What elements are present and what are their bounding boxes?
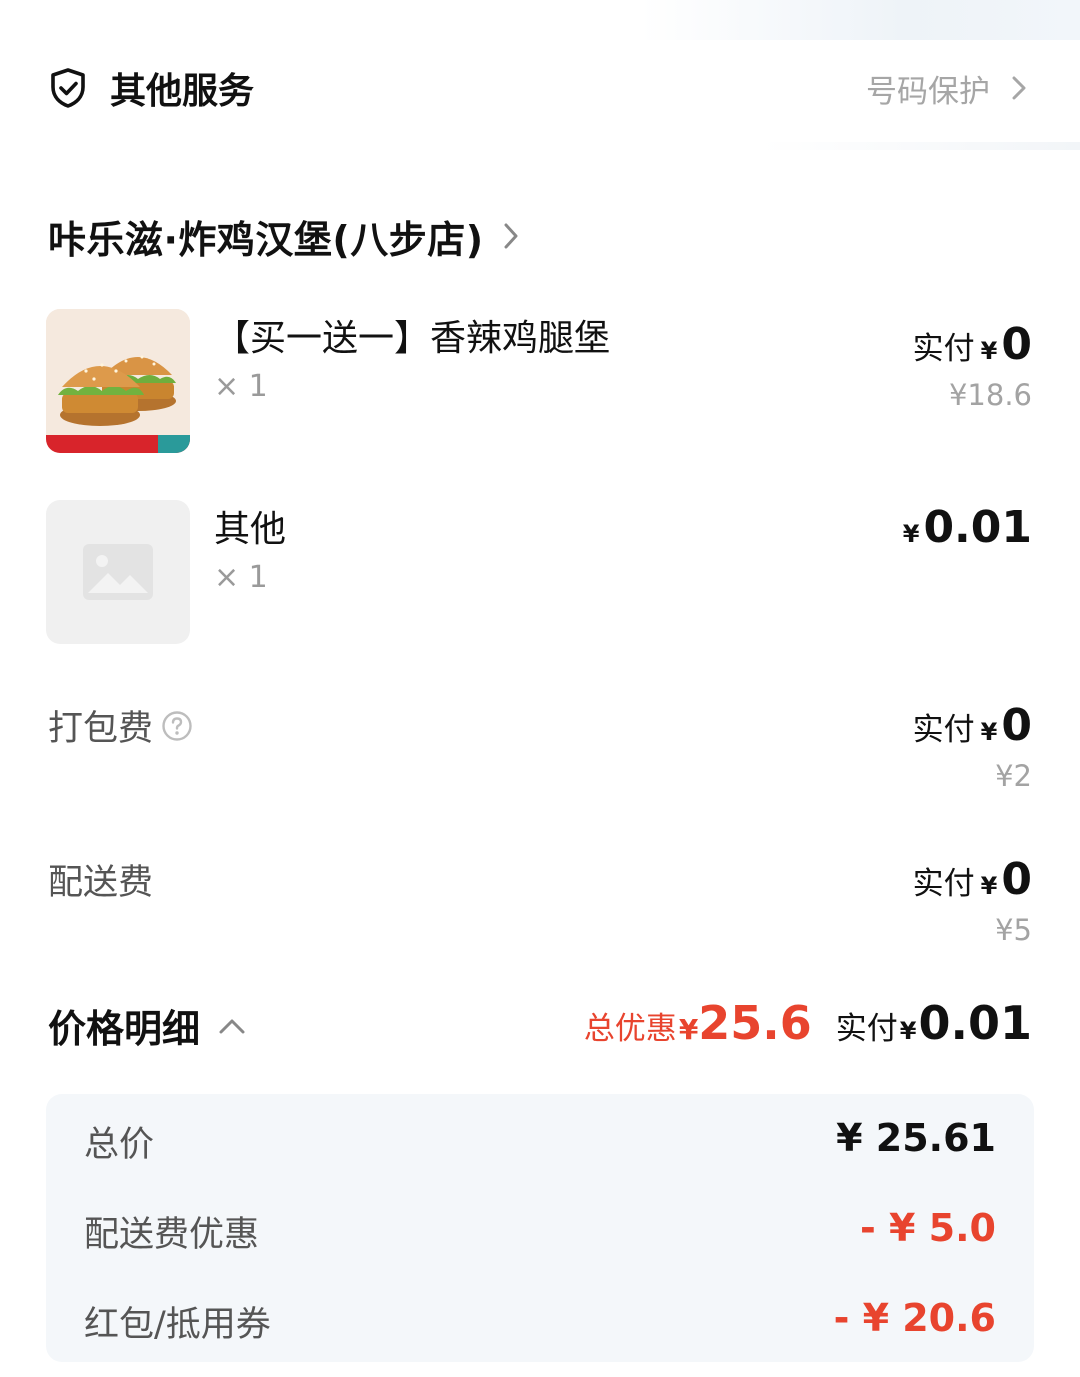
order-item[interactable]: 其他 × 1 ¥ 0.01 (46, 500, 1034, 644)
delivery-discount-label: 配送费优惠 (84, 1215, 260, 1255)
help-icon[interactable] (161, 710, 193, 742)
divider (760, 142, 1080, 150)
number-protection-label: 号码保护 (866, 73, 990, 110)
packing-fee-label: 打包费 (48, 709, 154, 749)
packing-fee-row: 打包费 实付 ¥ 0 ¥2 (48, 700, 1034, 800)
packing-fee-price: 实付 ¥ 0 ¥2 (913, 700, 1032, 793)
shield-check-icon (48, 66, 88, 110)
coupon-label: 红包/抵用券 (84, 1305, 271, 1345)
chevron-up-icon[interactable] (218, 1017, 246, 1035)
paid-amount: 0 (1001, 700, 1032, 751)
price-detail-header[interactable]: 价格明细 总优惠 ¥ 25.6 实付 ¥ 0.01 (48, 996, 1032, 1056)
delivery-fee-label: 配送费 (48, 863, 154, 903)
delivery-fee-row: 配送费 实付 ¥ 0 ¥5 (48, 854, 1034, 954)
currency-symbol: ¥ (678, 1013, 699, 1046)
original-price: ¥18.6 (948, 378, 1032, 412)
paid-label: 实付 (912, 712, 975, 748)
total-price-label: 总价 (84, 1125, 155, 1165)
top-sheen (640, 0, 1080, 40)
store-link[interactable]: 咔乐滋·炸鸡汉堡(八步店) (48, 208, 520, 264)
original-price: ¥5 (995, 913, 1032, 947)
total-paid-label: 实付 (835, 1011, 898, 1047)
currency-symbol: ¥ (980, 337, 998, 365)
coupon-value: - ¥ 20.6 (833, 1296, 996, 1340)
chevron-right-icon (502, 221, 520, 251)
original-price: ¥2 (995, 759, 1032, 793)
item-name: 其他 (214, 509, 287, 550)
currency-symbol: ¥ (899, 1017, 917, 1045)
price-detail-panel: 总价 ¥ 25.61 配送费优惠 - ¥ 5.0 红包/抵用券 - ¥ 20.6 (46, 1094, 1034, 1362)
image-placeholder-icon (46, 500, 190, 644)
total-discount-value: 25.6 (698, 996, 812, 1050)
item-name: 【买一送一】香辣鸡腿堡 (214, 318, 611, 359)
total-price-value: ¥ 25.61 (836, 1116, 996, 1160)
price-detail-title: 价格明细 (48, 1007, 201, 1051)
other-services-row[interactable]: 其他服务 号码保护 (48, 62, 1032, 114)
paid-label: 实付 (912, 331, 975, 367)
paid-amount: 0 (1001, 319, 1032, 370)
item-price: ¥ 0.01 (897, 502, 1032, 553)
currency-symbol: ¥ (902, 520, 920, 548)
order-item[interactable]: 【买一送一】香辣鸡腿堡 × 1 实付 ¥ 0 ¥18.6 (46, 309, 1034, 455)
delivery-fee-price: 实付 ¥ 0 ¥5 (913, 854, 1032, 947)
store-name: 咔乐滋·炸鸡汉堡(八步店) (48, 217, 484, 262)
item-quantity: × 1 (214, 560, 268, 595)
paid-amount: 0 (1001, 854, 1032, 905)
item-price: 实付 ¥ 0 ¥18.6 (913, 319, 1032, 412)
delivery-discount-value: - ¥ 5.0 (860, 1206, 996, 1250)
price-amount: 0.01 (923, 502, 1032, 553)
currency-symbol: ¥ (980, 718, 998, 746)
services-title: 其他服务 (110, 71, 255, 112)
total-discount-label: 总优惠 (583, 1011, 677, 1047)
chevron-right-icon (1006, 75, 1032, 101)
paid-label: 实付 (912, 866, 975, 902)
total-paid-value: 0.01 (918, 996, 1033, 1050)
number-protection-link[interactable]: 号码保护 (866, 66, 1032, 111)
burger-thumbnail[interactable] (46, 309, 190, 453)
item-quantity: × 1 (214, 369, 268, 404)
currency-symbol: ¥ (980, 872, 998, 900)
